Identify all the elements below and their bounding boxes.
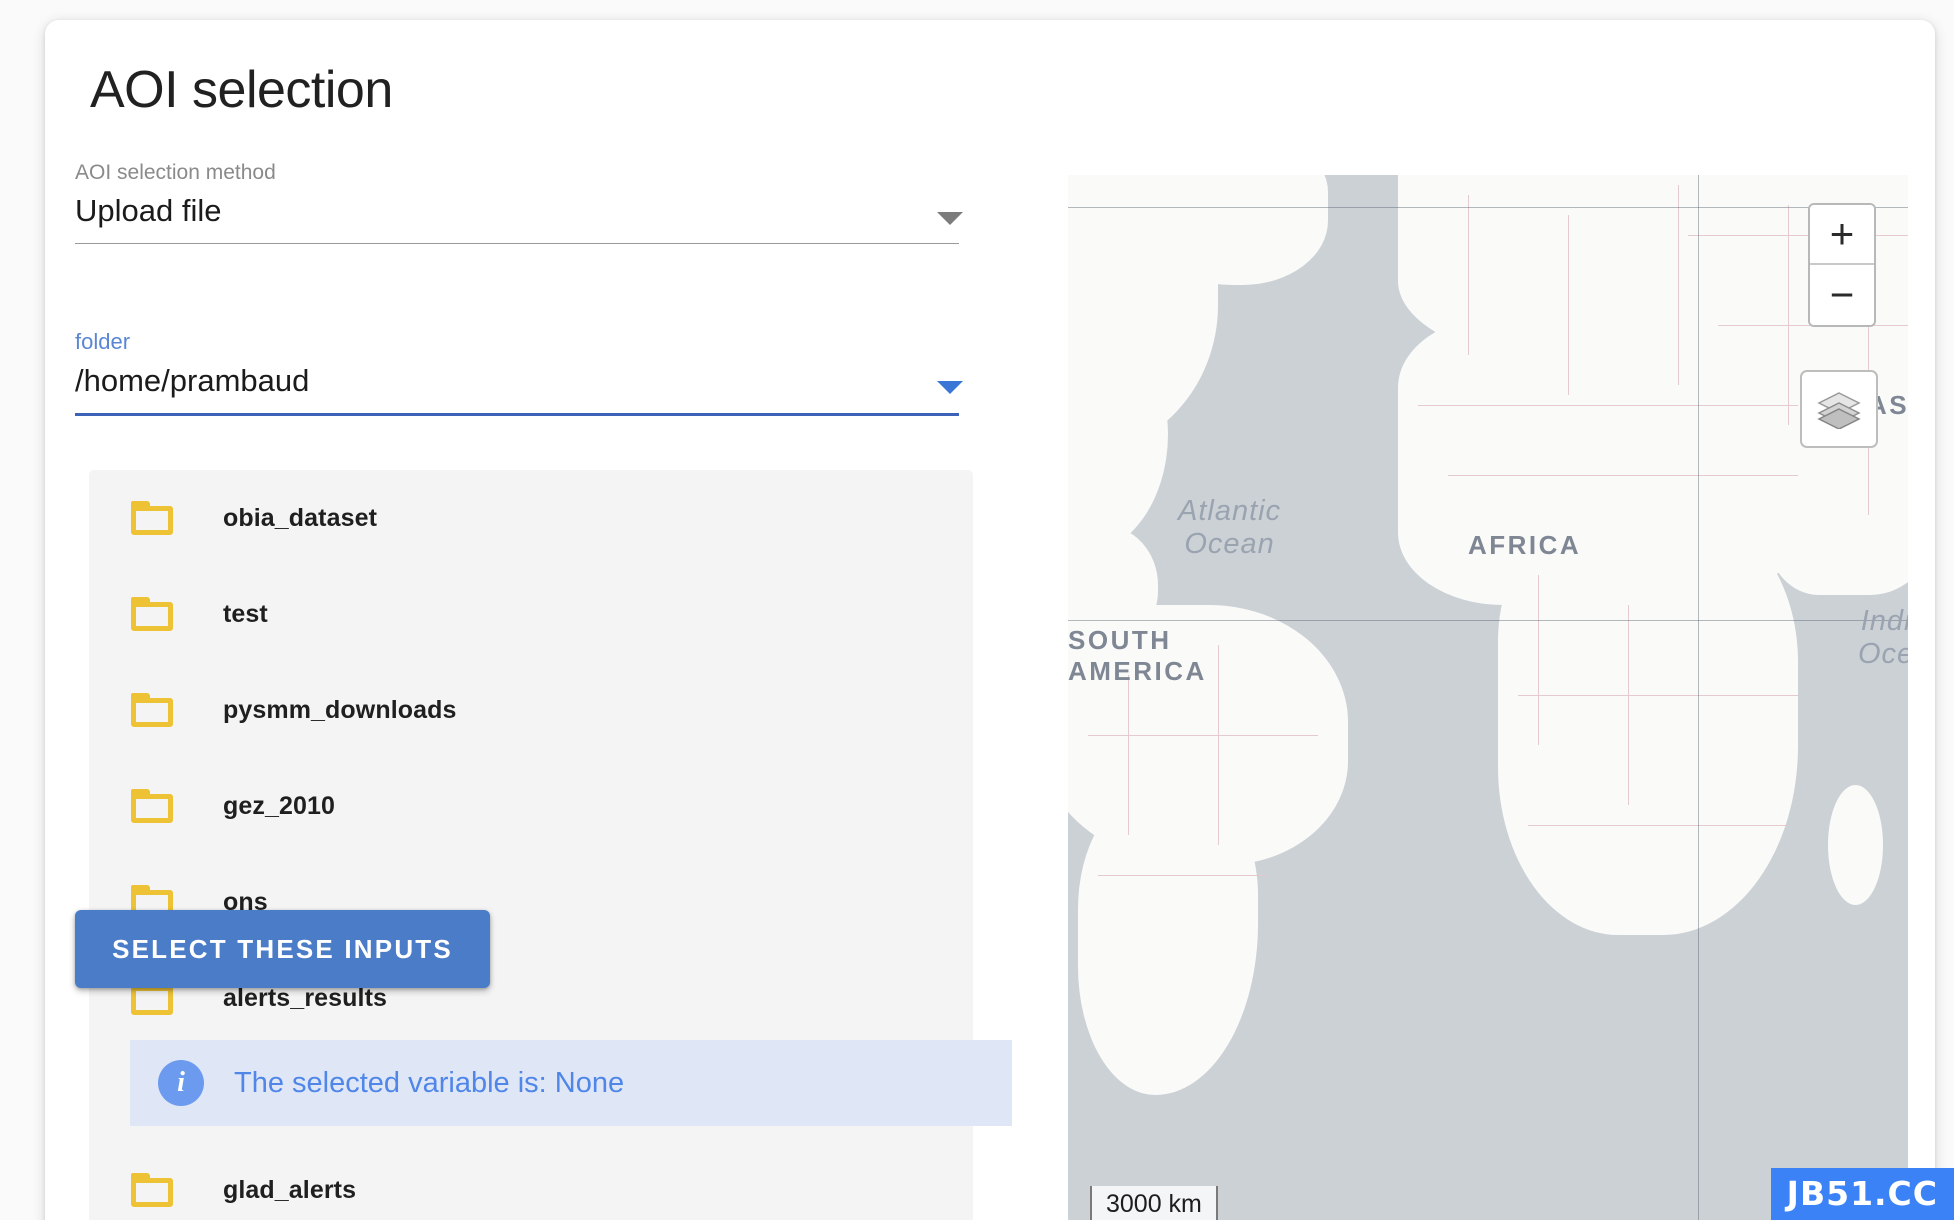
watermark: JB51.CC bbox=[1770, 1168, 1954, 1220]
border-line bbox=[1418, 405, 1798, 406]
list-item[interactable]: pysmm_downloads bbox=[89, 662, 973, 758]
folder-underline bbox=[75, 413, 959, 417]
chevron-down-icon[interactable] bbox=[937, 380, 963, 394]
folder-icon bbox=[131, 693, 173, 727]
list-item[interactable]: test bbox=[89, 566, 973, 662]
select-these-inputs-button[interactable]: SELECT THESE INPUTS bbox=[75, 910, 490, 988]
list-item[interactable]: obia_dataset bbox=[89, 470, 973, 566]
layers-button[interactable] bbox=[1800, 370, 1878, 448]
info-alert: i The selected variable is: None bbox=[130, 1040, 1012, 1126]
border-line bbox=[1218, 645, 1219, 845]
map-label-africa: AFRICA bbox=[1468, 530, 1582, 560]
border-line bbox=[1128, 675, 1129, 835]
aoi-method-label: AOI selection method bbox=[75, 161, 276, 184]
aoi-selection-card: AOI selection AOI selection method Uploa… bbox=[45, 20, 1935, 1220]
landmass-south-america-south bbox=[1078, 795, 1258, 1095]
border-line bbox=[1468, 195, 1469, 355]
scale-bar: 3000 km bbox=[1090, 1186, 1218, 1220]
aoi-method-underline bbox=[75, 242, 959, 244]
border-line bbox=[1678, 185, 1679, 385]
page-title: AOI selection bbox=[90, 61, 393, 119]
landmass-madagascar bbox=[1828, 785, 1883, 905]
graticule-horizontal bbox=[1068, 207, 1908, 208]
list-item-label: gez_2010 bbox=[223, 791, 335, 820]
border-line bbox=[1538, 575, 1539, 745]
list-item-label: obia_dataset bbox=[223, 503, 378, 532]
border-line bbox=[1518, 695, 1798, 696]
border-line bbox=[1098, 875, 1268, 876]
zoom-controls[interactable]: + − bbox=[1808, 203, 1876, 327]
aoi-method-value: Upload file bbox=[75, 193, 222, 229]
chevron-down-icon[interactable] bbox=[937, 212, 963, 225]
folder-select[interactable]: folder /home/prambaud bbox=[75, 328, 1005, 417]
border-line bbox=[1448, 475, 1798, 476]
map-label-south-america: SOUTH AMERICA bbox=[1068, 625, 1207, 686]
folder-value: /home/prambaud bbox=[75, 363, 310, 399]
border-line bbox=[1788, 205, 1789, 425]
border-line bbox=[1528, 825, 1788, 826]
layers-icon bbox=[1817, 392, 1861, 429]
map-label-indian-ocean: IndianOcean bbox=[1858, 605, 1908, 670]
border-line bbox=[1088, 735, 1318, 736]
zoom-in-button[interactable]: + bbox=[1810, 205, 1874, 265]
left-panel: AOI selection method Upload file folder … bbox=[75, 160, 1005, 417]
zoom-out-button[interactable]: − bbox=[1810, 265, 1874, 325]
landmass-africa-south bbox=[1498, 515, 1798, 935]
info-alert-text: The selected variable is: None bbox=[234, 1066, 625, 1099]
map-label-atlantic-ocean: Atlantic Ocean bbox=[1178, 495, 1282, 560]
graticule-horizontal bbox=[1068, 620, 1908, 621]
folder-icon bbox=[131, 789, 173, 823]
list-item-label: glad_alerts bbox=[223, 1175, 357, 1204]
list-item[interactable]: glad_alerts bbox=[89, 1142, 973, 1220]
folder-label: folder bbox=[75, 328, 131, 354]
border-line bbox=[1628, 605, 1629, 805]
list-item-label: test bbox=[223, 599, 268, 628]
list-item-label: pysmm_downloads bbox=[223, 695, 457, 724]
list-item[interactable]: gez_2010 bbox=[89, 758, 973, 854]
info-icon: i bbox=[158, 1060, 204, 1106]
graticule-vertical bbox=[1698, 175, 1699, 1220]
folder-icon bbox=[131, 597, 173, 631]
app-root: AOI selection AOI selection method Uploa… bbox=[0, 0, 1954, 1220]
map-view[interactable]: AtlanticOcean IndianOcean AFRICA ASIA SO… bbox=[1068, 175, 1908, 1220]
folder-icon bbox=[131, 501, 173, 535]
border-line bbox=[1568, 215, 1569, 395]
folder-icon bbox=[131, 1173, 173, 1207]
aoi-method-select[interactable]: AOI selection method Upload file bbox=[75, 160, 1005, 244]
